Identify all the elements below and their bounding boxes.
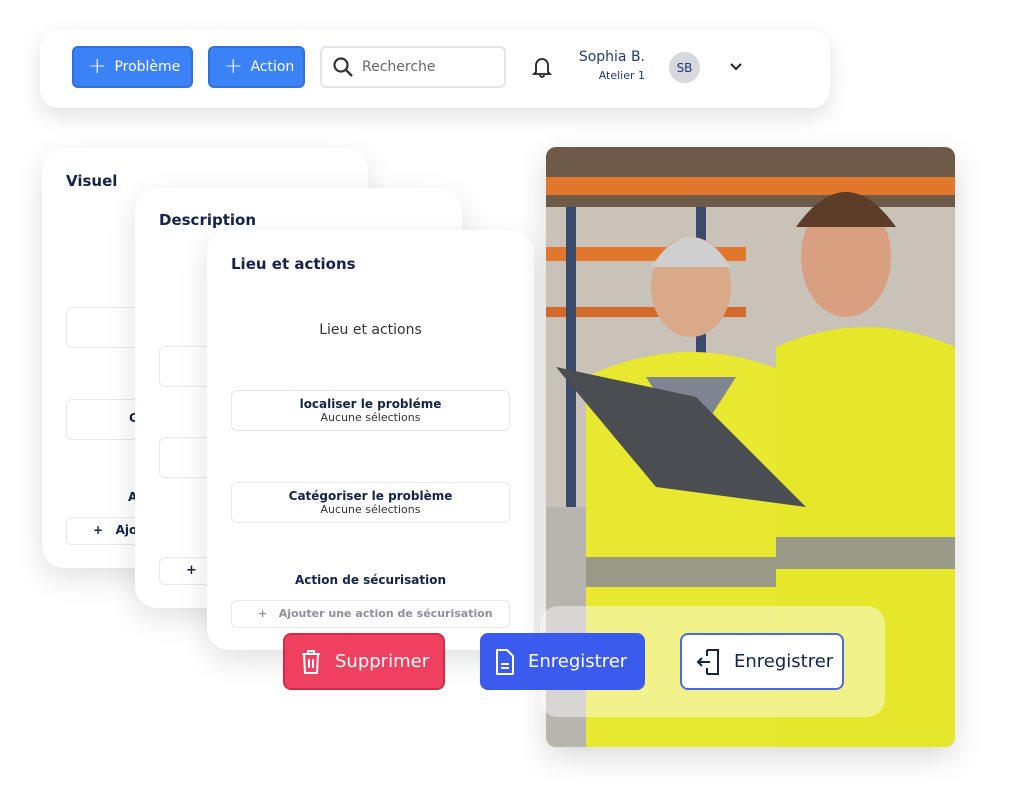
user-role: Atelier 1: [598, 69, 645, 82]
user-name: Sophia B.: [578, 49, 645, 65]
add-security-action-button[interactable]: + Ajouter une action de sécurisation: [231, 600, 510, 628]
add-problem-label: Problème: [114, 59, 181, 75]
search-icon: [333, 57, 353, 77]
delete-button[interactable]: Supprimer: [283, 633, 445, 690]
lieu-card: Lieu et actions Lieu et actions localise…: [207, 230, 534, 650]
categorize-problem-select[interactable]: Catégoriser le problème Aucune sélections: [231, 482, 510, 523]
save-label: Enregistrer: [528, 651, 628, 672]
avatar[interactable]: SB: [669, 52, 700, 83]
categorize-value: Aucune sélections: [320, 503, 421, 516]
save-button[interactable]: Enregistrer: [480, 633, 645, 690]
visuel-add-label: Ajo: [115, 523, 138, 537]
exit-icon: [696, 648, 719, 675]
add-action-label: Action: [250, 59, 295, 75]
locate-problem-select[interactable]: localiser le probléme Aucune sélections: [231, 390, 510, 431]
save-and-exit-button[interactable]: Enregistrer: [680, 633, 844, 690]
trash-icon: [302, 649, 320, 674]
search-placeholder: Recherche: [362, 59, 436, 75]
locate-value: Aucune sélections: [320, 411, 421, 424]
add-security-label: Ajouter une action de sécurisation: [278, 607, 493, 620]
card-subtitle: Lieu et actions: [319, 322, 422, 338]
delete-label: Supprimer: [335, 651, 430, 672]
save-exit-label: Enregistrer: [734, 651, 834, 672]
card-title: Visuel: [66, 172, 118, 190]
search-input[interactable]: Recherche: [320, 46, 506, 88]
card-title: Description: [159, 211, 257, 229]
plus-icon: +: [258, 607, 268, 620]
plus-icon: +: [224, 54, 243, 79]
locate-label: localiser le probléme: [299, 397, 442, 411]
chevron-down-icon[interactable]: [729, 62, 743, 72]
categorize-label: Catégoriser le problème: [288, 489, 453, 503]
security-title: Action de sécurisation: [295, 573, 446, 587]
add-problem-button[interactable]: + Problème: [72, 46, 193, 88]
add-action-button[interactable]: + Action: [208, 46, 305, 88]
document-icon: [496, 648, 514, 675]
bell-icon[interactable]: [532, 56, 552, 78]
plus-icon: +: [88, 54, 107, 79]
card-title: Lieu et actions: [231, 255, 356, 273]
user-info: Sophia B. Atelier 1: [579, 49, 645, 82]
